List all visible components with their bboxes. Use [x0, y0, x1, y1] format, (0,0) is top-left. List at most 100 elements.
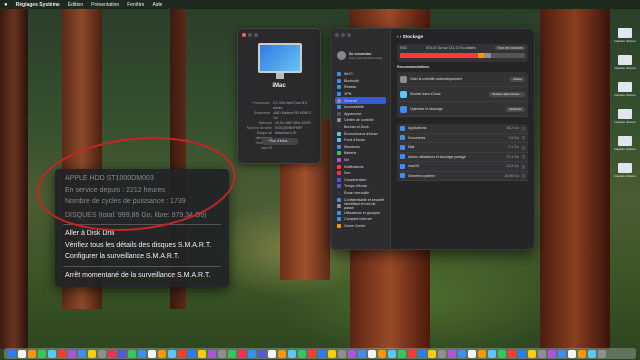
- menu-help[interactable]: Aide: [152, 2, 162, 8]
- dock-app-icon[interactable]: [508, 349, 516, 358]
- dock-app-icon[interactable]: [278, 349, 286, 358]
- dock-app-icon[interactable]: [88, 349, 96, 358]
- close-button[interactable]: [335, 33, 339, 37]
- dock-app-icon[interactable]: [588, 349, 596, 358]
- dock-app-icon[interactable]: [158, 349, 166, 358]
- dock-app-icon[interactable]: [468, 349, 476, 358]
- dock-app-icon[interactable]: [328, 349, 336, 358]
- minimize-button[interactable]: [341, 33, 345, 37]
- dock-app-icon[interactable]: [398, 349, 406, 358]
- dock-app-icon[interactable]: [68, 349, 76, 358]
- sidebar-item[interactable]: VPN: [335, 91, 386, 98]
- dock-app-icon[interactable]: [448, 349, 456, 358]
- dock-app-icon[interactable]: [258, 349, 266, 358]
- sidebar-item[interactable]: Identifiant et mot de passe: [335, 202, 386, 210]
- dock-app-icon[interactable]: [128, 349, 136, 358]
- sidebar-item[interactable]: Fond d'écran: [335, 137, 386, 144]
- sidebar-item[interactable]: Notifications: [335, 163, 386, 170]
- storage-category-row[interactable]: macOS 21,5 Go ⓘ: [397, 162, 528, 172]
- desktop-file-icon[interactable]: Capture d'écran: [614, 55, 636, 70]
- dock-app-icon[interactable]: [438, 349, 446, 358]
- sidebar-item[interactable]: Bureau et Dock: [335, 124, 386, 131]
- dock-app-icon[interactable]: [368, 349, 376, 358]
- menu-item-pause-smart[interactable]: Arrêt momentané de la surveillance S.M.A…: [55, 270, 229, 282]
- dock-app-icon[interactable]: [58, 349, 66, 358]
- dock-app-icon[interactable]: [238, 349, 246, 358]
- dock-app-icon[interactable]: [598, 349, 606, 358]
- menu-window[interactable]: Fenêtre: [127, 2, 144, 8]
- sidebar-item[interactable]: Wi-Fi: [335, 71, 386, 78]
- sidebar-item[interactable]: Batterie: [335, 150, 386, 157]
- dock-app-icon[interactable]: [288, 349, 296, 358]
- desktop-file-icon[interactable]: Capture d'écran: [614, 136, 636, 151]
- dock-app-icon[interactable]: [498, 349, 506, 358]
- dock-app-icon[interactable]: [48, 349, 56, 358]
- dock-app-icon[interactable]: [418, 349, 426, 358]
- recommendation-button[interactable]: Stocker dans iCloud…: [489, 91, 525, 97]
- dock-app-icon[interactable]: [548, 349, 556, 358]
- info-icon[interactable]: ⓘ: [522, 135, 525, 140]
- all-volumes-button[interactable]: Tous les volumes: [494, 46, 525, 50]
- more-info-button[interactable]: Plus d'infos…: [262, 138, 298, 145]
- dock-app-icon[interactable]: [228, 349, 236, 358]
- info-icon[interactable]: ⓘ: [522, 145, 525, 150]
- sidebar-item[interactable]: Comptes Internet: [335, 216, 386, 223]
- dock-app-icon[interactable]: [488, 349, 496, 358]
- dock-app-icon[interactable]: [338, 349, 346, 358]
- sidebar-item[interactable]: Son: [335, 170, 386, 177]
- dock-app-icon[interactable]: [408, 349, 416, 358]
- dock-app-icon[interactable]: [298, 349, 306, 358]
- dock-app-icon[interactable]: [188, 349, 196, 358]
- dock-app-icon[interactable]: [118, 349, 126, 358]
- storage-category-row[interactable]: Données système 26,96 Go ⓘ: [397, 172, 528, 181]
- storage-category-row[interactable]: Autres utilisateurs et stockage partagé 2…: [397, 153, 528, 162]
- sidebar-item[interactable]: Centre de contrôle: [335, 117, 386, 124]
- minimize-button[interactable]: [248, 33, 252, 37]
- dock-app-icon[interactable]: [108, 349, 116, 358]
- dock-app-icon[interactable]: [248, 349, 256, 358]
- dock-app-icon[interactable]: [318, 349, 326, 358]
- dock-app-icon[interactable]: [38, 349, 46, 358]
- sidebar-item[interactable]: Économiseur d'écran: [335, 130, 386, 137]
- recommendation-button[interactable]: Activer: [509, 76, 525, 82]
- dock-app-icon[interactable]: [378, 349, 386, 358]
- sidebar-item[interactable]: Général: [335, 97, 386, 104]
- dock-app-icon[interactable]: [8, 349, 16, 358]
- sidebar-item[interactable]: Game Center: [335, 223, 386, 230]
- storage-category-row[interactable]: Documents 7,6 Go ⓘ: [397, 134, 528, 143]
- dock-app-icon[interactable]: [268, 349, 276, 358]
- dock-app-icon[interactable]: [458, 349, 466, 358]
- dock-app-icon[interactable]: [388, 349, 396, 358]
- dock-app-icon[interactable]: [358, 349, 366, 358]
- dock-app-icon[interactable]: [538, 349, 546, 358]
- storage-category-row[interactable]: Mail 2,1 Go ⓘ: [397, 143, 528, 153]
- apple-menu-icon[interactable]: ●: [4, 2, 8, 8]
- desktop-file-icon[interactable]: Capture d'écran: [614, 163, 636, 178]
- info-icon[interactable]: ⓘ: [522, 126, 525, 131]
- dock-app-icon[interactable]: [568, 349, 576, 358]
- dock-app-icon[interactable]: [98, 349, 106, 358]
- dock-app-icon[interactable]: [138, 349, 146, 358]
- menu-view[interactable]: Présentation: [91, 2, 119, 8]
- desktop-file-icon[interactable]: Capture d'écran: [614, 82, 636, 97]
- dock-app-icon[interactable]: [18, 349, 26, 358]
- dock-app-icon[interactable]: [308, 349, 316, 358]
- apple-id-signin[interactable]: Se connecter avec votre identifiant Appl…: [337, 51, 386, 60]
- close-button[interactable]: [242, 33, 246, 37]
- menu-item-check-smart[interactable]: Vérifiez tous les détails des disques S.…: [55, 240, 229, 252]
- storage-category-row[interactable]: Applications 18,2 Go ⓘ: [397, 124, 528, 134]
- sidebar-item[interactable]: Utilisateurs et groupes: [335, 209, 386, 216]
- dock-app-icon[interactable]: [198, 349, 206, 358]
- desktop-file-icon[interactable]: Capture d'écran: [614, 28, 636, 43]
- dock-app-icon[interactable]: [178, 349, 186, 358]
- desktop-file-icon[interactable]: Capture d'écran: [614, 109, 636, 124]
- dock-app-icon[interactable]: [558, 349, 566, 358]
- zoom-button[interactable]: [347, 33, 351, 37]
- dock-app-icon[interactable]: [478, 349, 486, 358]
- sidebar-item[interactable]: Écran verrouillé: [335, 190, 386, 197]
- sidebar-item[interactable]: Accessibilité: [335, 104, 386, 111]
- dock-app-icon[interactable]: [78, 349, 86, 358]
- dock-app-icon[interactable]: [168, 349, 176, 358]
- dock-app-icon[interactable]: [528, 349, 536, 358]
- sidebar-item[interactable]: Moniteurs: [335, 144, 386, 151]
